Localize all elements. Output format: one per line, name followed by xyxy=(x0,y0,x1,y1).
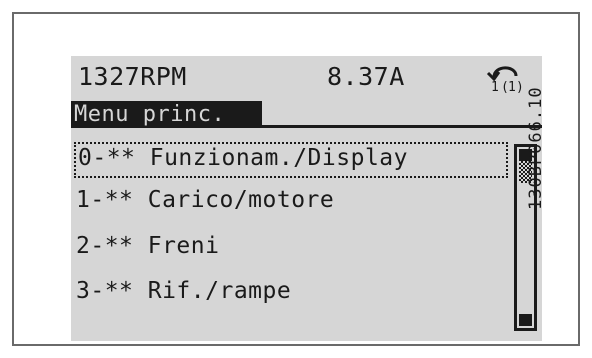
menu-title-highlight: Menu princ. xyxy=(71,101,262,128)
svg-text:): ) xyxy=(516,80,524,93)
menu-item-label: 2-** Freni xyxy=(76,233,220,259)
menu-item-label: 3-** Rif./rampe xyxy=(76,278,292,304)
active-setup-number: 1 xyxy=(491,80,499,93)
menu-title: Menu princ. xyxy=(74,102,226,127)
menu-item-label: 1-** Carico/motore xyxy=(76,187,335,213)
menu-item-freni[interactable]: 2-** Freni xyxy=(74,232,508,268)
menu-item-rif-rampe[interactable]: 3-** Rif./rampe xyxy=(74,277,508,313)
menu-item-carico-motore[interactable]: 1-** Carico/motore xyxy=(74,186,508,222)
setup-indicator-icon: 1 ( 1 ) xyxy=(484,61,526,93)
menu-item-funzionam-display[interactable]: 0-** Funzionam./Display xyxy=(74,142,508,178)
scroll-down-arrow-icon[interactable] xyxy=(519,314,532,326)
lcd-display: 1327RPM 8.37A 1 ( 1 ) Menu princ. 0-** F… xyxy=(71,56,544,341)
menu-title-bar: Menu princ. xyxy=(71,101,542,128)
menu-item-label: 0-** Funzionam./Display xyxy=(78,145,408,171)
figure-frame: 1327RPM 8.37A 1 ( 1 ) Menu princ. 0-** F… xyxy=(12,12,580,346)
status-line: 1327RPM 8.37A 1 ( 1 ) xyxy=(71,56,542,96)
figure-code: 130BP066.10 xyxy=(526,86,546,210)
current-readout: 8.37A xyxy=(327,62,405,91)
edit-setup-number: 1 xyxy=(508,80,516,93)
speed-readout: 1327RPM xyxy=(78,62,187,91)
